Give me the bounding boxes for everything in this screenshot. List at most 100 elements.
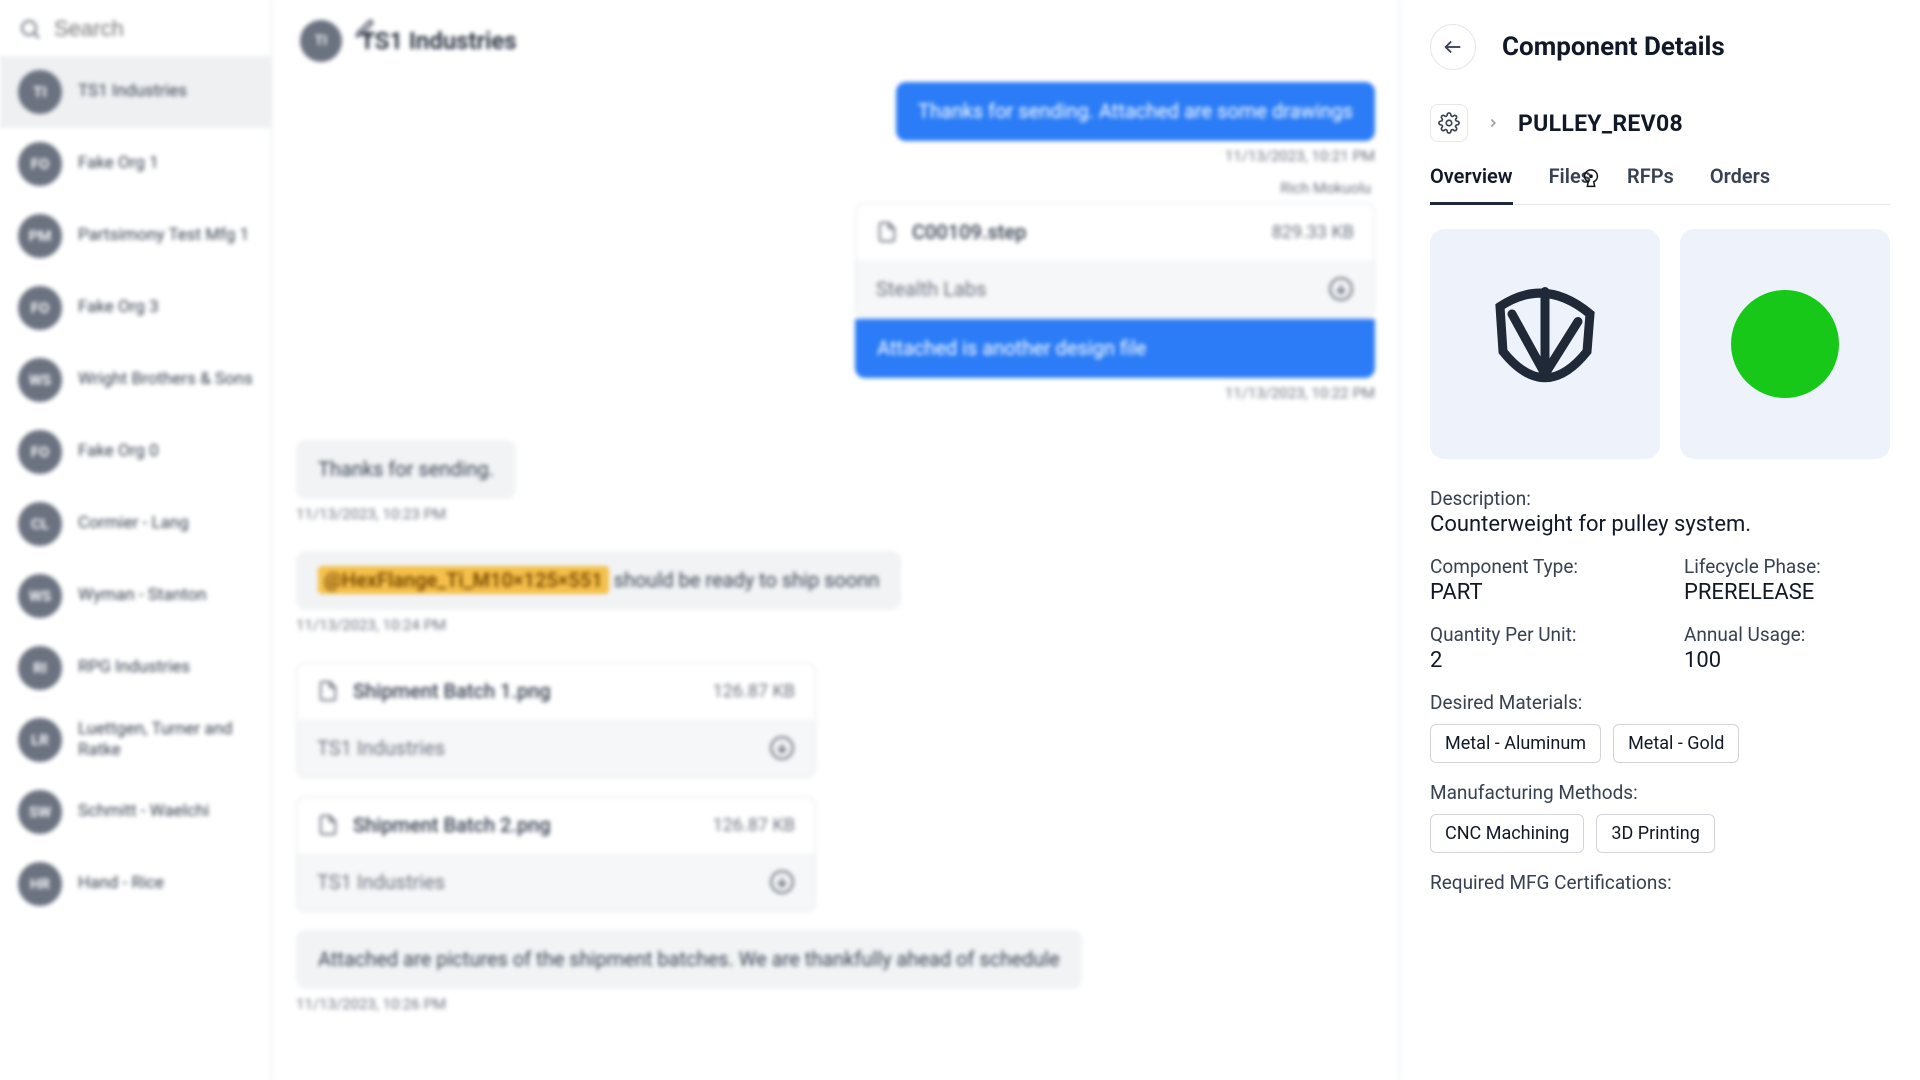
thumbnail-row	[1430, 229, 1890, 459]
field-label: Annual Usage:	[1684, 623, 1890, 646]
file-attachment[interactable]: C00109.step 829.33 KB Stealth Labs	[855, 203, 1375, 319]
message-bubble: Thanks for sending. Attached are some dr…	[896, 82, 1375, 141]
conversation-list[interactable]: TITS1 Industries FO Fake Org 1 PM Partsimony…	[0, 56, 271, 920]
avatar: WS	[18, 574, 62, 618]
chip[interactable]: Metal - Gold	[1613, 724, 1739, 763]
component-details-panel: Component Details PULLEY_REV08 Overview F…	[1400, 0, 1920, 1080]
conversation-item[interactable]: FOFake Org 0	[0, 416, 271, 488]
chip[interactable]: CNC Machining	[1430, 814, 1584, 853]
file-icon	[317, 680, 339, 702]
message-timestamp: 11/13/2023, 10:26 PM	[296, 995, 446, 1013]
avatar: RI	[18, 646, 62, 690]
chat-body[interactable]: Thanks for sending. Attached are some dr…	[272, 82, 1399, 1080]
file-attachment[interactable]: Shipment Batch 2.png 126.87 KB TS1 Indus…	[296, 796, 816, 912]
file-icon	[876, 221, 898, 243]
gear-icon[interactable]	[1430, 104, 1468, 142]
message-text: should be ready to ship soonn	[609, 568, 880, 592]
field-label: Component Type:	[1430, 555, 1636, 578]
avatar: WS	[18, 358, 62, 402]
avatar: PM	[18, 214, 62, 258]
conversation-item[interactable]: FO Fake Org 1	[0, 128, 271, 200]
conversation-item[interactable]: HRHand - Rice	[0, 848, 271, 920]
conversation-item[interactable]: SWSchmitt - Waelchi	[0, 776, 271, 848]
message-timestamp: 11/13/2023, 10:23 PM	[296, 505, 446, 523]
attachment-filesize: 126.87 KB	[713, 815, 795, 836]
download-icon[interactable]	[1328, 276, 1354, 302]
breadcrumb: PULLEY_REV08	[1430, 104, 1890, 142]
conversation-name: Partsimony Test Mfg 1	[78, 225, 249, 246]
chip[interactable]: Metal - Aluminum	[1430, 724, 1601, 763]
chat-avatar: TI	[300, 20, 342, 62]
field-value: PRERELEASE	[1684, 580, 1890, 605]
avatar: LR	[18, 718, 62, 762]
back-button[interactable]	[1430, 24, 1476, 70]
conversation-item[interactable]: CLCormier - Lang	[0, 488, 271, 560]
chat-pane: TI TS1 Industries Thanks for sending. At…	[272, 0, 1400, 1080]
field-label: Lifecycle Phase:	[1684, 555, 1890, 578]
panel-title: Component Details	[1502, 32, 1725, 62]
status-dot-icon	[1731, 290, 1839, 398]
conversation-name: Schmitt - Waelchi	[78, 801, 209, 822]
conversation-name: TS1 Industries	[78, 81, 187, 102]
message-bubble: Thanks for sending.	[296, 440, 516, 499]
chevron-right-icon	[1486, 116, 1500, 130]
chat-title: TS1 Industries	[360, 27, 517, 55]
conversation-item[interactable]: WS Wyman - Stanton	[0, 560, 271, 632]
tab-orders[interactable]: Orders	[1710, 164, 1770, 204]
field-label: Desired Materials:	[1430, 691, 1890, 714]
message-bubble: @HexFlange_Ti_M10×125×551 should be read…	[296, 551, 901, 610]
conversation-sidebar: TITS1 Industries FO Fake Org 1 PM Partsimony…	[0, 0, 272, 1080]
conversation-name: RPG Industries	[78, 657, 190, 678]
conversation-item[interactable]: TITS1 Industries	[0, 56, 271, 128]
chat-header: TI TS1 Industries	[272, 0, 1399, 82]
field-label: Quantity Per Unit:	[1430, 623, 1636, 646]
conversation-name: Fake Org 1	[78, 153, 159, 174]
component-thumbnail[interactable]	[1680, 229, 1890, 459]
conversation-item[interactable]: LR Luettgen, Turner and Ratke	[0, 704, 271, 776]
download-icon[interactable]	[769, 869, 795, 895]
download-icon[interactable]	[769, 735, 795, 761]
field-label: Required MFG Certifications:	[1430, 871, 1890, 894]
conversation-name: Hand - Rice	[78, 873, 164, 894]
avatar: FO	[18, 286, 62, 330]
tab-files[interactable]: Files	[1549, 164, 1591, 204]
message-timestamp: 11/13/2023, 10:21 PM	[1225, 147, 1375, 165]
tab-overview[interactable]: Overview	[1430, 164, 1513, 205]
field-label: Description:	[1430, 487, 1890, 510]
attachment-filesize: 829.33 KB	[1272, 222, 1354, 243]
conversation-name: Wright Brothers & Sons	[78, 369, 253, 390]
chip[interactable]: 3D Printing	[1596, 814, 1714, 853]
attachment-source: Stealth Labs	[876, 277, 987, 301]
field-value: Counterweight for pulley system.	[1430, 512, 1890, 537]
conversation-name: Luettgen, Turner and Ratke	[78, 719, 253, 762]
message-sender: Rich Mokuolu	[1280, 179, 1371, 197]
avatar: CL	[18, 502, 62, 546]
tab-rfps[interactable]: RFPs	[1627, 164, 1674, 204]
detail-tabs: Overview Files RFPs Orders	[1430, 164, 1890, 205]
file-attachment[interactable]: Shipment Batch 1.png 126.87 KB TS1 Indus…	[296, 662, 816, 778]
conversation-item[interactable]: PM Partsimony Test Mfg 1	[0, 200, 271, 272]
conversation-item[interactable]: FO Fake Org 3	[0, 272, 271, 344]
field-label: Manufacturing Methods:	[1430, 781, 1890, 804]
conversation-item[interactable]: RI RPG Industries	[0, 632, 271, 704]
attachment-filename: Shipment Batch 1.png	[353, 679, 699, 703]
component-thumbnail[interactable]	[1430, 229, 1660, 459]
field-value: 100	[1684, 648, 1890, 673]
mention-chip[interactable]: @HexFlange_Ti_M10×125×551	[318, 566, 609, 594]
attachment-filesize: 126.87 KB	[713, 681, 795, 702]
chip-row: CNC Machining 3D Printing	[1430, 814, 1890, 853]
conversation-name: Fake Org 3	[78, 297, 159, 318]
attachment-source: TS1 Industries	[317, 870, 445, 894]
conversation-item[interactable]: WS Wright Brothers & Sons	[0, 344, 271, 416]
avatar: FO	[18, 142, 62, 186]
field-value: PART	[1430, 580, 1636, 605]
message-timestamp: 11/13/2023, 10:24 PM	[296, 616, 446, 634]
chip-row: Metal - Aluminum Metal - Gold	[1430, 724, 1890, 763]
attachment-source: TS1 Industries	[317, 736, 445, 760]
attachment-filename: C00109.step	[912, 220, 1258, 244]
attachment-filename: Shipment Batch 2.png	[353, 813, 699, 837]
search-icon	[18, 17, 42, 41]
avatar: FO	[18, 430, 62, 474]
field-value: 2	[1430, 648, 1636, 673]
conversation-name: Wyman - Stanton	[78, 585, 207, 606]
